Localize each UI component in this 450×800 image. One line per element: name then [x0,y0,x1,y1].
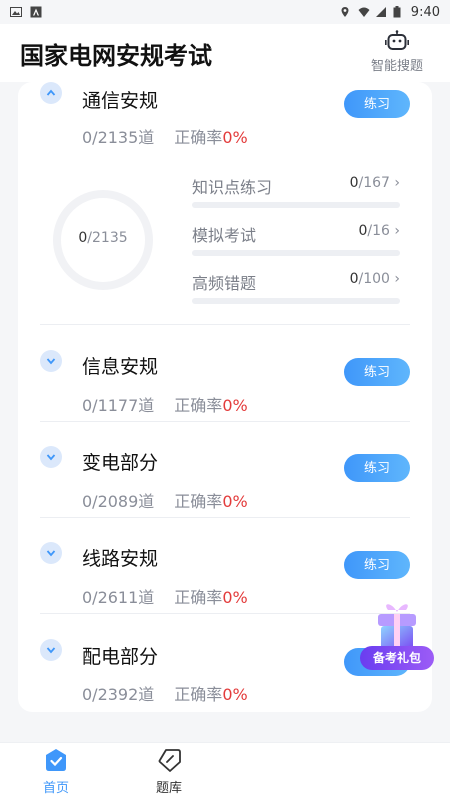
subitem-count: 0/167 › [349,175,400,191]
question-count: 0/2135道 [82,128,155,147]
subitem-mock-exam[interactable]: 模拟考试 0/16 › [192,222,400,262]
section-stats: 0/2392道 正确率0% [82,681,248,705]
smart-search-button[interactable]: 智能搜题 [362,30,432,74]
question-count: 0/2089道 [82,492,155,511]
subitem-label: 高频错题 [192,274,257,293]
subitem-label: 知识点练习 [192,178,273,197]
divider [40,324,410,325]
smart-search-label: 智能搜题 [370,59,423,74]
practice-button[interactable]: 练习 [344,454,410,482]
accuracy-value: 0% [222,128,248,147]
accuracy-label: 正确率 [174,588,223,607]
section-stats: 0/2611道 正确率0% [82,584,248,608]
section-stats: 0/2089道 正确率0% [82,488,248,512]
tab-home[interactable]: 首页 [26,747,86,796]
section-title: 线路安规 [82,548,159,570]
battery-icon [393,6,405,18]
accuracy-label: 正确率 [174,685,223,704]
chevron-up-icon [46,89,56,96]
home-icon [43,747,69,773]
gift-pack-button[interactable]: 备考礼包 [358,598,436,678]
section-title: 信息安规 [82,356,159,378]
question-count: 0/2392道 [82,685,155,704]
practice-button[interactable]: 练习 [344,358,410,386]
expand-toggle[interactable] [40,446,62,468]
section-title: 通信安规 [82,90,159,112]
section-stats: 0/1177道 正确率0% [82,392,248,416]
gift-pack-label: 备考礼包 [360,646,434,670]
tab-question-bank-label: 题库 [155,781,182,796]
wifi-icon [357,6,370,18]
accuracy-label: 正确率 [174,396,223,415]
question-bank-icon [156,747,182,773]
question-count: 0/2611道 [82,588,155,607]
expand-toggle[interactable] [40,639,62,661]
subitem-progress-bar [192,202,400,208]
accuracy-label: 正确率 [174,492,223,511]
app-notification-icon [30,6,42,18]
chevron-down-icon [46,454,56,461]
signal-icon [375,6,387,18]
subitem-progress-bar [192,250,400,256]
tab-home-label: 首页 [42,781,69,796]
divider [40,421,410,422]
page-title: 国家电网安规考试 [20,42,212,70]
status-bar: 9:40 [0,0,450,24]
subitem-knowledge-practice[interactable]: 知识点练习 0/167 › [192,174,400,214]
subitem-count: 0/16 › [358,223,400,239]
accuracy-value: 0% [222,685,248,704]
section-title: 配电部分 [82,646,159,668]
accuracy-value: 0% [222,492,248,511]
section-stats: 0/2135道 正确率0% [82,124,248,148]
subitem-label: 模拟考试 [192,226,257,245]
image-notification-icon [10,6,22,18]
divider [40,517,410,518]
accuracy-value: 0% [222,588,248,607]
section-title: 变电部分 [82,452,159,474]
robot-icon [385,30,410,52]
subitem-progress-bar [192,298,400,304]
expand-toggle[interactable] [40,350,62,372]
subitem-count: 0/100 › [349,271,400,287]
question-count: 0/1177道 [82,396,155,415]
chevron-down-icon [46,550,56,557]
divider [40,613,410,614]
accuracy-label: 正确率 [174,128,223,147]
practice-button[interactable]: 练习 [344,551,410,579]
chevron-down-icon [46,647,56,654]
collapse-toggle[interactable] [40,82,62,104]
bottom-tab-bar: 首页 题库 [0,742,450,800]
expand-toggle[interactable] [40,542,62,564]
ring-progress-text: 0/2135 [78,230,128,246]
practice-button[interactable]: 练习 [344,90,410,118]
accuracy-value: 0% [222,396,248,415]
tab-question-bank[interactable]: 题库 [139,747,199,796]
status-time: 9:40 [410,4,440,20]
chevron-down-icon [46,358,56,365]
location-icon [339,6,351,18]
app-header: 国家电网安规考试 智能搜题 [0,24,450,82]
subitem-frequent-mistakes[interactable]: 高频错题 0/100 › [192,270,400,310]
